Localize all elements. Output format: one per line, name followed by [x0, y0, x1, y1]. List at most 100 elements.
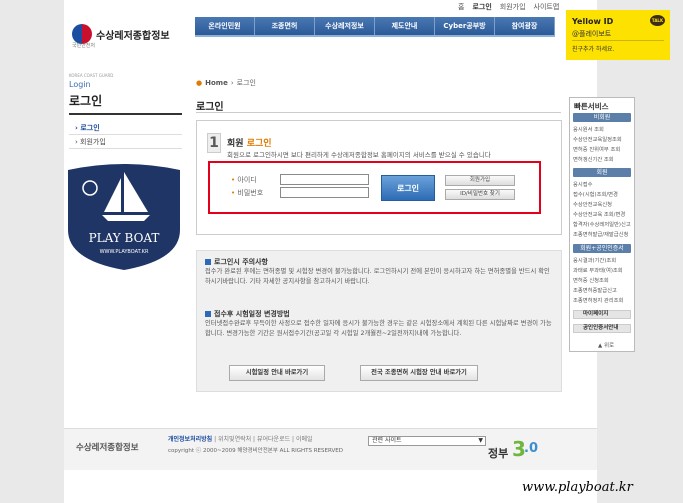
quick-item[interactable]: 조종면허증발급신고 — [573, 286, 617, 294]
login-panel-title: 회원 로그인 — [227, 136, 272, 149]
quick-item[interactable]: 수상안전교육신청 — [573, 200, 612, 208]
notice-text-2: 인터넷접수완료후 부득이한 사정으로 접수한 일자에 응시가 불가능한 경우는 … — [205, 320, 552, 337]
footer-link-viewer[interactable]: 뷰어다운로드 — [257, 436, 290, 443]
quick-service-title: 빠른서비스 — [574, 102, 609, 111]
quick-item[interactable]: 과태료 무과태(여)조회 — [573, 266, 623, 274]
pw-label: • 비밀번호 — [231, 188, 263, 198]
gov30-decimal: .0 — [524, 441, 538, 456]
breadcrumb-home[interactable]: Home — [205, 79, 228, 87]
footer-link-location[interactable]: 위치및연락처 — [218, 436, 251, 443]
lnb-title: 로그인 — [69, 94, 103, 108]
quick-item[interactable]: 수상안전교육 조회/변경 — [573, 210, 625, 218]
exam-site-guide-button[interactable]: 전국 조종면허 시험장 안내 바로가기 — [360, 365, 478, 381]
top-link-login[interactable]: 로그인 — [472, 2, 491, 12]
top-link-join[interactable]: 회원가입 — [500, 2, 526, 12]
lnb-english-title: Login — [69, 80, 91, 89]
badge-text: PLAY BOAT — [89, 231, 160, 245]
scroll-top-link[interactable]: ▲ 위로 — [598, 341, 614, 349]
title-divider — [196, 112, 561, 113]
footer-logo: 수상레저종합정보 — [76, 443, 139, 453]
quick-item[interactable]: 조종면허정지 관리조회 — [573, 296, 623, 304]
nav-system-guide[interactable]: 제도안내 — [375, 17, 435, 35]
quick-item[interactable]: 응시결과(기간)조회 — [573, 256, 616, 264]
yellow-id-divider — [572, 40, 664, 41]
footer-link-privacy[interactable]: 개인정보처리방침 — [168, 436, 212, 443]
quick-item[interactable]: 조종면허발급/재발급신청 — [573, 230, 628, 238]
top-link-sitemap[interactable]: 사이트맵 — [534, 2, 560, 12]
nav-license[interactable]: 조종면허 — [255, 17, 315, 35]
quick-section-certificate: 회원+공인인증서 — [573, 244, 631, 253]
notice-bullet-icon — [205, 311, 211, 317]
gov30-logo: 정부 3 .0 — [488, 435, 548, 465]
quick-item[interactable]: 응시원서 조회 — [573, 125, 604, 133]
watermark-text: www.playboat.kr — [522, 480, 633, 495]
id-input[interactable] — [280, 174, 369, 185]
bullet-icon: • — [231, 189, 236, 197]
notice-text-1: 접수가 완료된 후에는 면허종별 및 시험장 변경이 불가능합니다. 로그인하시… — [205, 268, 550, 285]
top-links: 홈 로그인 회원가입 사이트맵 — [458, 2, 559, 12]
gov30-text: 정부 — [488, 447, 509, 460]
notice-heading-2: 접수후 시험일정 변경방법 — [205, 309, 290, 319]
taegeuk-logo-icon — [72, 24, 92, 44]
login-description: 회원으로 로그인하시면 보다 편리하게 수상레저종합정보 홈페이지의 서비스를 … — [227, 151, 491, 159]
footer: 수상레저종합정보 개인정보처리방침 | 위치및연락처 | 뷰어다운로드 | 이메… — [64, 428, 597, 470]
lnb-item-join[interactable]: › 회원가입 — [69, 136, 182, 149]
yellow-id-account: @플레이보트 — [572, 30, 612, 38]
quick-item[interactable]: 면허갱신기간 조회 — [573, 155, 614, 163]
logo-subtitle: 국민안전처 — [72, 43, 96, 49]
my-page-link[interactable]: 마이페이지 — [573, 310, 631, 319]
hull-icon — [102, 215, 150, 221]
lnb-item-login[interactable]: › 로그인 — [69, 122, 182, 135]
nav-participation[interactable]: 참여광장 — [495, 17, 555, 35]
notice-heading-1: 로그인시 주의사항 — [205, 257, 268, 267]
notice-heading-1-text: 로그인시 주의사항 — [214, 258, 268, 266]
yellow-id-title: Yellow ID — [572, 17, 614, 26]
quick-item[interactable]: 응시접수 — [573, 180, 593, 188]
login-title-b: 로그인 — [246, 139, 272, 149]
notice-bullet-icon — [205, 259, 211, 265]
join-button[interactable]: 회원가입 — [445, 175, 515, 186]
lnb-small-caption: KOREA COAST GUARD — [69, 73, 114, 78]
footer-link-email[interactable]: 이메일 — [296, 436, 313, 443]
yellow-id-banner[interactable]: Yellow ID @플레이보트 친구추가 하세요. TALK — [566, 10, 670, 60]
breadcrumb-current: 로그인 — [236, 79, 256, 87]
login-button[interactable]: 로그인 — [381, 175, 435, 201]
main-nav: 온라인민원 조종면허 수상레저정보 제도안내 Cyber공부방 참여광장 — [195, 17, 555, 35]
badge-url: WWW.PLAYBOAT.KR — [100, 249, 149, 255]
breadcrumb-separator-icon: › — [230, 79, 234, 87]
certificate-guide-link[interactable]: 공인인증서안내 — [573, 324, 631, 333]
password-input[interactable] — [280, 187, 369, 198]
notice-heading-2-text: 접수후 시험일정 변경방법 — [214, 310, 290, 318]
quick-item[interactable]: 면허증 진위여부 조회 — [573, 145, 620, 153]
notice-panel: 로그인시 주의사항 접수가 완료된 후에는 면허종별 및 시험장 변경이 불가능… — [196, 250, 562, 392]
nav-online-petition[interactable]: 온라인민원 — [195, 17, 255, 35]
top-link-home[interactable]: 홈 — [458, 2, 464, 12]
exam-schedule-button[interactable]: 시험일정 안내 바로가기 — [229, 365, 325, 381]
footer-copyright: copyright ⓒ 2000~2009 해양경비안전본부 ALL RIGHT… — [168, 448, 343, 454]
quick-service-panel: 빠른서비스 비회원 응시원서 조회 수상안전교육일정조회 면허증 진위여부 조회… — [569, 97, 635, 352]
quick-section-nonmember: 비회원 — [573, 113, 631, 122]
home-circle-icon: ● — [196, 79, 203, 87]
page-title: 로그인 — [196, 102, 224, 113]
pw-label-text: 비밀번호 — [237, 189, 264, 197]
nav-underline — [195, 35, 555, 37]
id-label-text: 아이디 — [237, 176, 257, 184]
footer-links: 개인정보처리방침 | 위치및연락처 | 뷰어다운로드 | 이메일 — [168, 436, 313, 443]
find-id-password-button[interactable]: ID/비밀번호 찾기 — [445, 189, 515, 200]
logo-text: 수상레저종합정보 — [96, 30, 170, 42]
playboat-badge[interactable]: PLAY BOAT WWW.PLAYBOAT.KR — [64, 160, 184, 272]
bullet-icon: • — [231, 176, 236, 184]
kakaotalk-icon: TALK — [650, 15, 665, 26]
quick-item[interactable]: 합격자(수상레저일반)신고 — [573, 220, 631, 228]
nav-cyber-study[interactable]: Cyber공부방 — [435, 17, 495, 35]
related-sites-select[interactable]: 관련 사이트 ▼ — [368, 436, 486, 446]
nav-leisure-info[interactable]: 수상레저정보 — [315, 17, 375, 35]
quick-item[interactable]: 접수(시험)조회/변경 — [573, 190, 618, 198]
quick-item[interactable]: 수상안전교육일정조회 — [573, 135, 622, 143]
lnb-divider — [69, 113, 182, 115]
id-label: • 아이디 — [231, 175, 257, 185]
login-step-number: 1 — [207, 133, 221, 153]
quick-section-member: 회원 — [573, 168, 631, 177]
quick-item[interactable]: 면허증 신청조회 — [573, 276, 609, 284]
scroll-top-label: 위로 — [603, 343, 615, 349]
